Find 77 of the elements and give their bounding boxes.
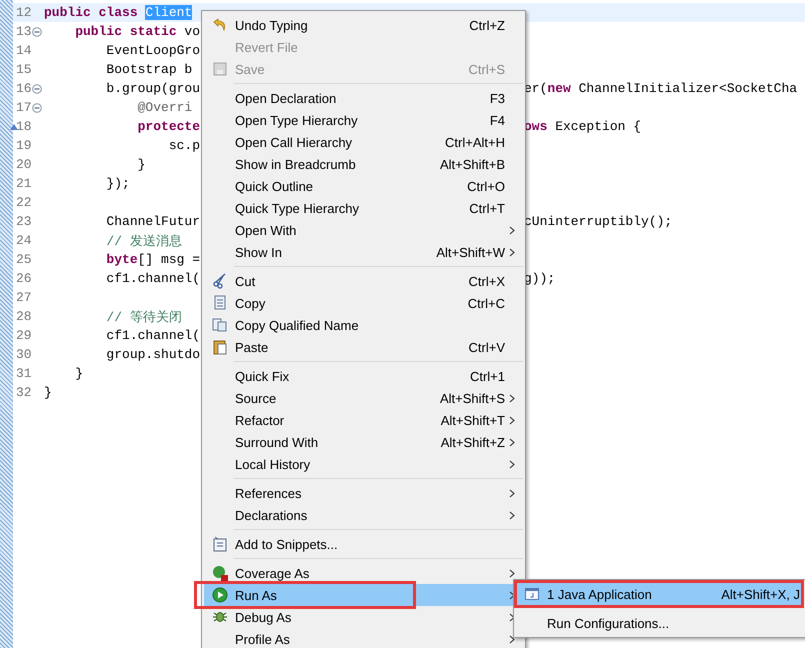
line-number: 24 <box>15 233 32 248</box>
line-number: 19 <box>15 138 32 153</box>
line-number: 22 <box>15 195 32 210</box>
bug-icon <box>212 609 228 625</box>
menu-item[interactable]: Source Alt+Shift+S <box>204 387 523 409</box>
line-number: 31 <box>15 366 32 381</box>
menu-item[interactable]: Surround With Alt+Shift+Z <box>204 431 523 453</box>
code-line: EventLoopGro <box>105 43 202 58</box>
line-number: 12 <box>15 5 32 20</box>
coverage-run-icon <box>212 565 228 581</box>
fold-toggle-icon[interactable] <box>32 84 42 94</box>
menu-item[interactable]: Undo Typing Ctrl+Z <box>204 14 523 36</box>
menu-item[interactable]: Add to Snippets... <box>204 533 523 555</box>
line-number: 29 <box>15 328 32 343</box>
line-number: 21 <box>15 176 32 191</box>
code-line: b.group(grou <box>105 81 202 96</box>
clipboard-icon <box>212 339 226 355</box>
menu-item[interactable]: Show In Alt+Shift+W <box>204 241 523 263</box>
menu-item[interactable]: Declarations <box>204 504 523 526</box>
code-line: cf1.channel( <box>105 271 202 286</box>
copy-name-icon <box>212 318 227 332</box>
menu-item[interactable]: References <box>204 482 523 504</box>
code-line: group.shutdo <box>105 347 202 362</box>
menu-item[interactable]: Quick Outline Ctrl+O <box>204 175 523 197</box>
line-number: 32 <box>15 385 32 400</box>
code-line: } <box>136 157 146 172</box>
code-line: public static vo <box>74 24 202 39</box>
menu-item[interactable]: Paste Ctrl+V <box>204 336 523 358</box>
menu-item[interactable]: Copy Qualified Name <box>204 314 523 336</box>
code-line: // 等待关闭 <box>105 308 183 326</box>
code-line: }); <box>105 176 131 191</box>
line-number: 23 <box>15 214 32 229</box>
menu-item[interactable]: Quick Type Hierarchy Ctrl+T <box>204 197 523 219</box>
line-number: 27 <box>15 290 32 305</box>
code-line: } <box>74 366 84 381</box>
code-line: } <box>44 385 53 400</box>
menu-item[interactable]: Open Call Hierarchy Ctrl+Alt+H <box>204 131 523 153</box>
undo-arrow-icon <box>212 18 228 32</box>
menu-item[interactable]: Cut Ctrl+X <box>204 270 523 292</box>
run-play-icon <box>212 587 228 603</box>
java-window-icon <box>524 588 538 600</box>
code-line: byte[] msg = <box>105 252 202 267</box>
line-number: 13 <box>15 24 32 39</box>
line-number: 20 <box>15 157 32 172</box>
line-number: 14 <box>15 43 32 58</box>
menu-item[interactable]: Copy Ctrl+C <box>204 292 523 314</box>
line-number: 18 <box>15 119 32 134</box>
code-line: public class Client <box>44 5 194 20</box>
code-line: sc.p <box>168 138 202 153</box>
code-line: // 发送消息 <box>105 232 183 250</box>
menu-item[interactable]: Local History <box>204 453 523 475</box>
line-number: 16 <box>15 81 32 96</box>
line-number: 15 <box>15 62 32 77</box>
copy-pages-icon <box>212 295 226 311</box>
menu-item[interactable]: Refactor Alt+Shift+T <box>204 409 523 431</box>
scissors-icon <box>212 273 226 289</box>
code-line: protecte <box>136 119 202 134</box>
menu-item[interactable]: Open Type Hierarchy F4 <box>204 109 523 131</box>
code-line: Bootstrap b <box>105 62 194 77</box>
menu-item[interactable]: Quick Fix Ctrl+1 <box>204 365 523 387</box>
line-number: 30 <box>15 347 32 362</box>
code-line: ChannelFutur <box>105 214 202 229</box>
menu-item[interactable]: Open Declaration F3 <box>204 87 523 109</box>
line-number: 17 <box>15 100 32 115</box>
fold-toggle-icon[interactable] <box>32 103 42 113</box>
menu-item[interactable]: Show in Breadcrumb Alt+Shift+B <box>204 153 523 175</box>
code-line: cUninterruptibly(); <box>524 214 672 229</box>
menu-item[interactable]: 1 Java Application Alt+Shift+X, J <box>516 583 804 605</box>
code-line: cf1.channel( <box>105 328 202 343</box>
fold-toggle-icon[interactable] <box>32 27 42 37</box>
menu-item[interactable]: Coverage As <box>204 562 523 584</box>
line-number: 26 <box>15 271 32 286</box>
code-line: @Overri <box>136 100 194 115</box>
menu-item[interactable]: Open With <box>204 219 523 241</box>
line-number: 28 <box>15 309 32 324</box>
snippet-list-icon <box>212 536 226 552</box>
line-number: 25 <box>15 252 32 267</box>
